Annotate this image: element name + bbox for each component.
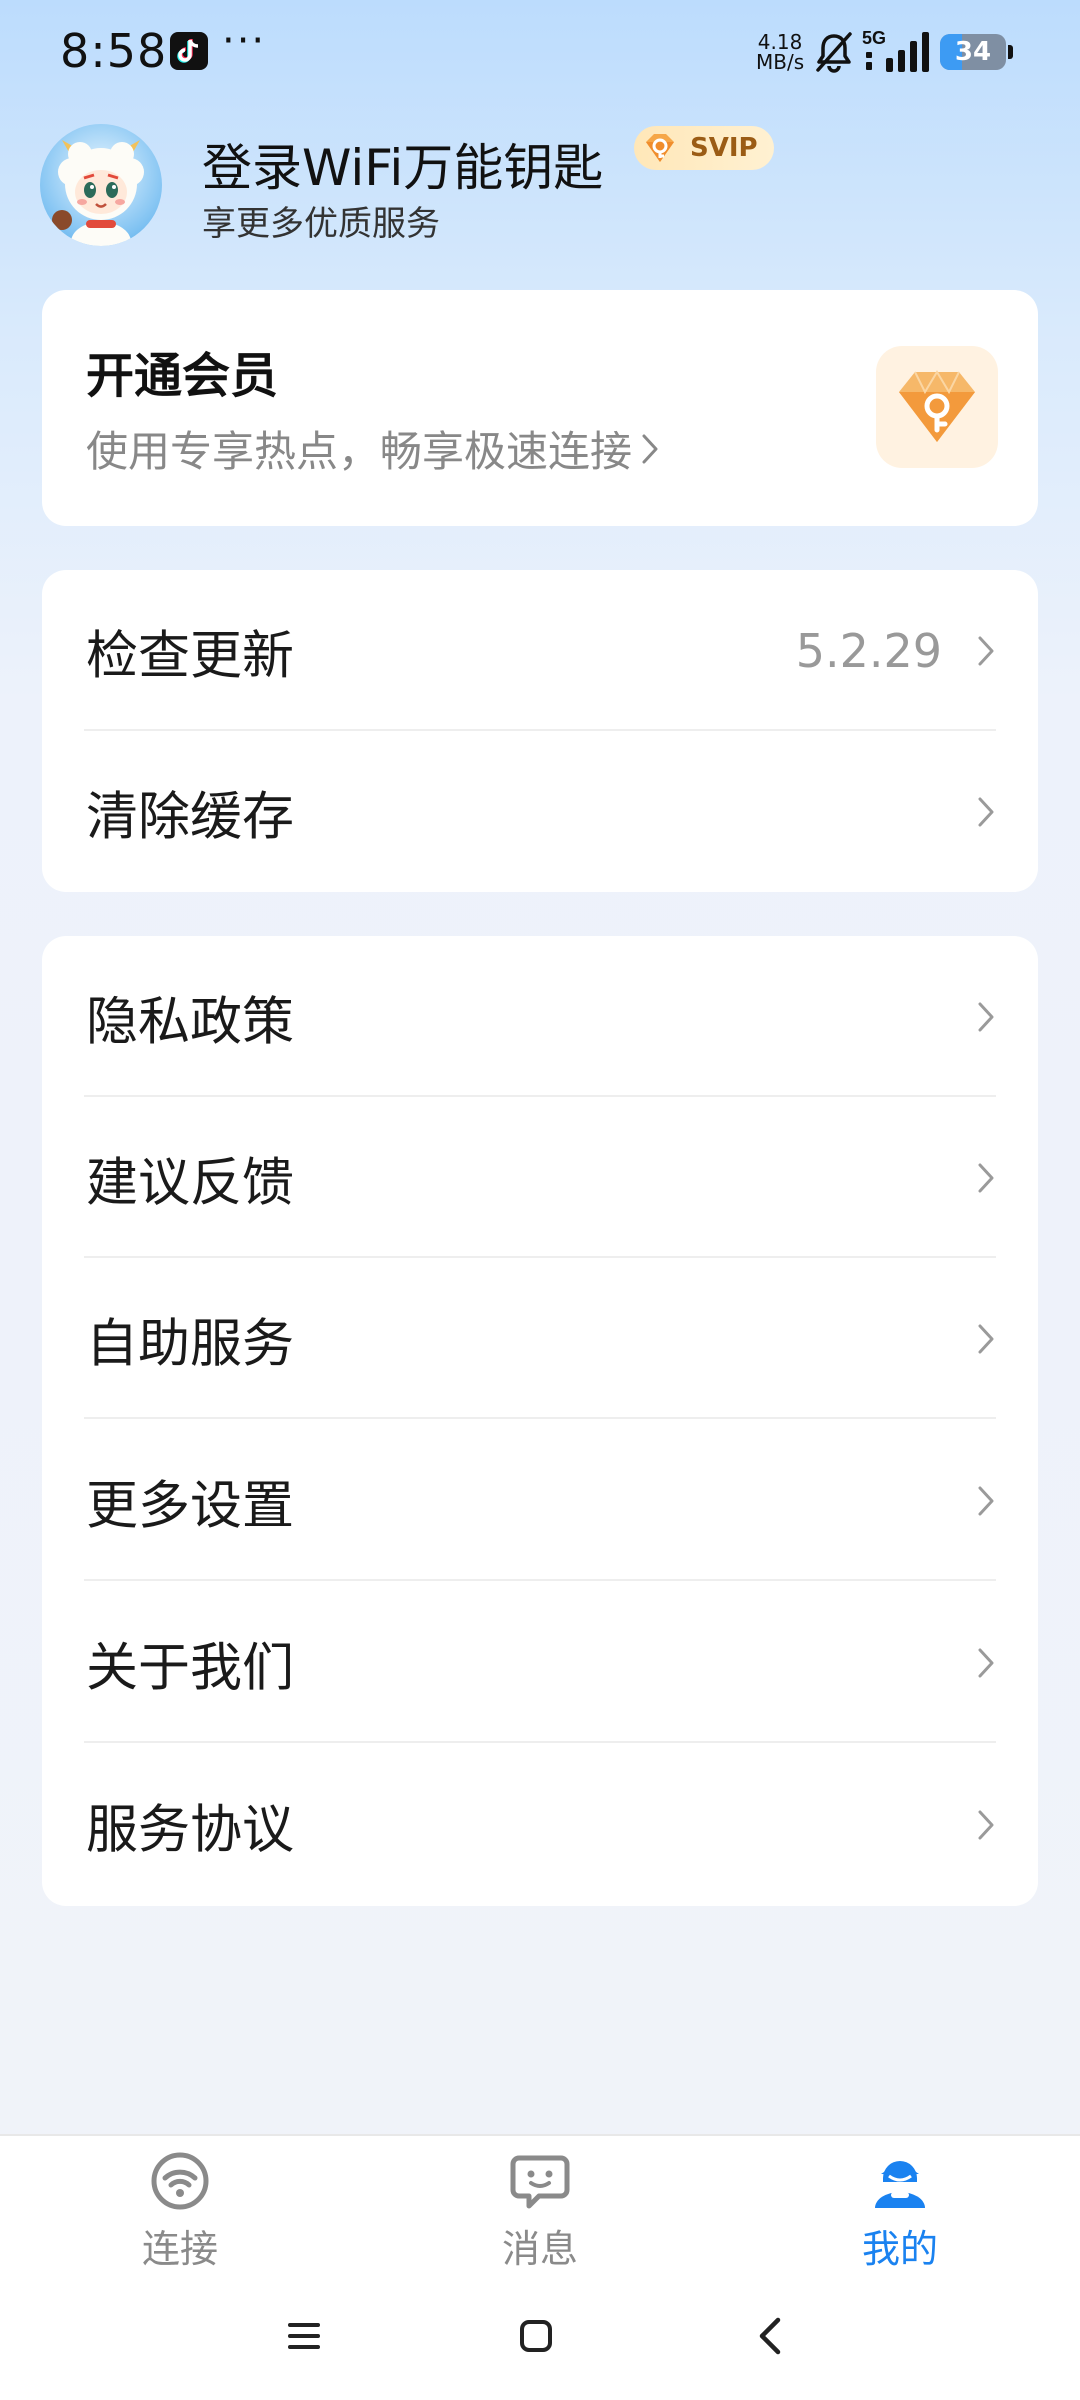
- wifi-connect-icon: [151, 2152, 209, 2210]
- menu-item-label: 服务协议: [86, 1800, 295, 1860]
- network-speed-unit: MB/s: [756, 50, 805, 74]
- vip-title: 开通会员: [86, 348, 279, 404]
- battery-icon: 34: [940, 34, 1013, 70]
- chevron-right-icon: [642, 434, 658, 463]
- menu-group-app: 检查更新 5.2.29 清除缓存: [42, 570, 1038, 892]
- back-icon[interactable]: [734, 2300, 806, 2372]
- divider: [84, 1579, 996, 1581]
- menu-item-about-us[interactable]: 关于我们: [42, 1582, 1038, 1743]
- vip-membership-card[interactable]: 开通会员 使用专享热点，畅享极速连接: [42, 290, 1038, 526]
- menu-item-label: 更多设置: [86, 1476, 295, 1536]
- status-time: 8:58: [60, 24, 168, 78]
- avatar[interactable]: [40, 124, 162, 246]
- network-speed-value: 4.18: [757, 30, 803, 54]
- tab-label: 消息: [501, 2227, 578, 2271]
- menu-item-clear-cache[interactable]: 清除缓存: [42, 731, 1038, 892]
- network-speed: 4.18 MB/s: [756, 32, 804, 72]
- message-icon: [510, 2155, 570, 2209]
- profile-name[interactable]: 登录WiFi万能钥匙: [202, 128, 603, 200]
- tab-mine[interactable]: 我的: [800, 2150, 1000, 2271]
- menu-item-label: 隐私政策: [86, 992, 295, 1052]
- app-version: 5.2.29: [795, 623, 942, 678]
- menu-item-label: 建议反馈: [86, 1153, 295, 1213]
- chevron-right-icon: [978, 1648, 994, 1677]
- system-nav-bar: [0, 2270, 1080, 2400]
- divider: [84, 1741, 996, 1743]
- tab-messages[interactable]: 消息: [440, 2150, 640, 2271]
- menu-item-self-service[interactable]: 自助服务: [42, 1258, 1038, 1419]
- tab-label: 连接: [141, 2227, 218, 2271]
- chevron-right-icon: [978, 1486, 994, 1515]
- tab-connect[interactable]: 连接: [80, 2150, 280, 2271]
- tiktok-icon: [170, 32, 208, 70]
- menu-item-service-agreement[interactable]: 服务协议: [42, 1744, 1038, 1905]
- battery-label: 34: [954, 37, 992, 67]
- menu-item-label: 清除缓存: [86, 787, 295, 847]
- chevron-right-icon: [978, 1163, 994, 1192]
- more-indicator: ···: [222, 18, 267, 64]
- bottom-tab-bar: 连接 消息 我的: [0, 2134, 1080, 2271]
- signal-icon: 5G: [862, 28, 929, 72]
- divider: [84, 1417, 996, 1419]
- svip-label: SVIP: [690, 133, 758, 163]
- chevron-right-icon: [978, 797, 994, 826]
- vip-subtitle: 使用专享热点，畅享极速连接: [86, 427, 633, 476]
- mute-icon: [816, 32, 852, 73]
- svip-badge: SVIP: [634, 126, 774, 170]
- profile-icon: [875, 2161, 925, 2208]
- menu-item-feedback[interactable]: 建议反馈: [42, 1097, 1038, 1258]
- menu-item-more-settings[interactable]: 更多设置: [42, 1420, 1038, 1581]
- vip-subtitle-link[interactable]: 使用专享热点，畅享极速连接: [86, 418, 660, 479]
- chevron-right-icon: [978, 636, 994, 665]
- menu-item-check-update[interactable]: 检查更新 5.2.29: [42, 570, 1038, 731]
- profile-header[interactable]: 登录WiFi万能钥匙 SVIP 享更多优质服务: [40, 124, 1040, 248]
- chevron-right-icon: [978, 1810, 994, 1839]
- menu-item-label: 检查更新: [86, 626, 295, 686]
- tab-label: 我的: [861, 2227, 938, 2271]
- profile-subtitle: 享更多优质服务: [202, 204, 440, 244]
- menu-item-label: 自助服务: [86, 1314, 295, 1374]
- chevron-right-icon: [978, 1002, 994, 1031]
- network-type: 5G: [862, 28, 886, 48]
- menu-icon[interactable]: [268, 2300, 340, 2372]
- menu-item-privacy-policy[interactable]: 隐私政策: [42, 936, 1038, 1097]
- home-icon[interactable]: [500, 2300, 572, 2372]
- vip-key-gem-icon[interactable]: [876, 346, 998, 468]
- menu-item-label: 关于我们: [86, 1638, 295, 1698]
- status-bar: 8:58 ··· 4.18 MB/s 5G 34: [0, 0, 1080, 110]
- chevron-right-icon: [978, 1324, 994, 1353]
- svip-gem-icon: [646, 134, 674, 162]
- menu-group-info: 隐私政策 建议反馈 自助服务 更多设置 关于我们 服务协议: [42, 936, 1038, 1906]
